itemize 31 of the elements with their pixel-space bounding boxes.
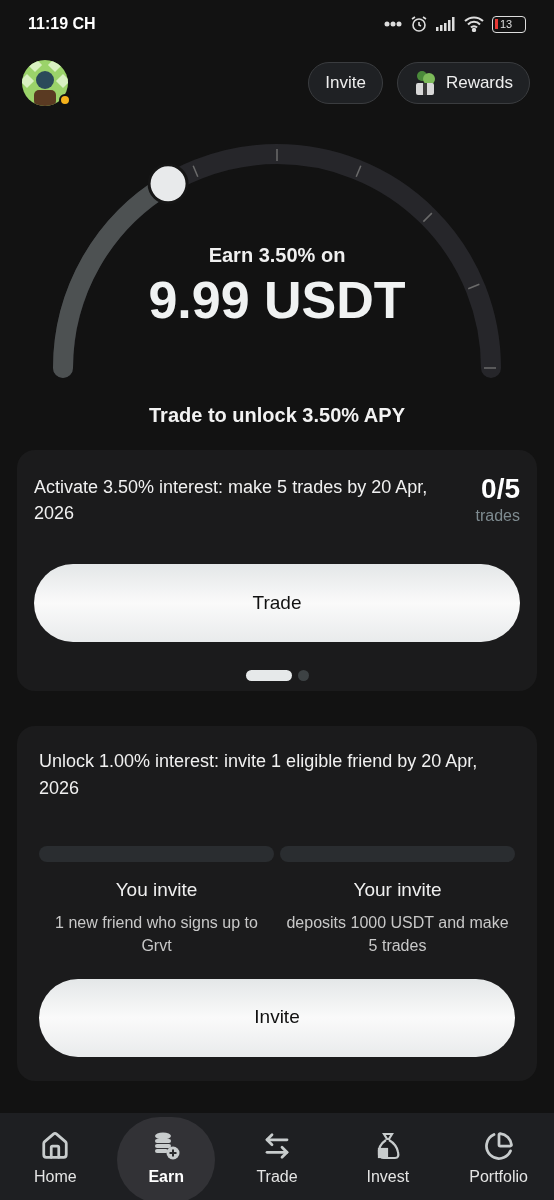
nav-tab[interactable]: Invest <box>338 1117 437 1200</box>
nav-tab[interactable]: Trade <box>228 1117 326 1200</box>
avatar[interactable] <box>22 60 68 106</box>
trade-button[interactable]: Trade <box>34 564 520 642</box>
step-title: Your invite <box>353 878 442 902</box>
unlock-title: Trade to unlock 3.50% APY <box>149 403 405 428</box>
rewards-button[interactable]: Rewards <box>396 62 530 104</box>
wifi-icon <box>464 16 484 32</box>
gift-box-icon <box>413 70 438 96</box>
alarm-icon <box>410 15 428 33</box>
more-dots-icon <box>384 21 402 27</box>
invite-button[interactable]: Invite <box>39 978 515 1057</box>
nav-tab[interactable]: Earn <box>117 1117 216 1200</box>
earn-amount: 9.99 USDT <box>148 270 406 330</box>
battery-icon: 13 <box>492 15 526 33</box>
trade-count-label: trades <box>475 506 520 526</box>
step-description: deposits 1000 USDT and make 5 trades <box>285 912 510 956</box>
step-title: You invite <box>115 878 198 902</box>
home-icon <box>40 1131 71 1161</box>
invite-button[interactable]: Invite <box>308 62 383 104</box>
nav-tab[interactable]: Home <box>6 1117 105 1200</box>
signal-icon <box>436 17 456 31</box>
status-time: 11:19 CH <box>28 14 96 34</box>
trade-count: 0/5 <box>481 474 520 504</box>
pie-chart-icon <box>483 1131 514 1161</box>
earn-caption: Earn 3.50% on <box>208 243 346 268</box>
trade-card-text: Activate 3.50% interest: make 5 trades by 20 Apr, 2026 <box>34 476 429 525</box>
invite-card-text: Unlock 1.00% interest: invite 1 eligible friend by 20 Apr, 2026 <box>39 750 479 800</box>
step-description: 1 new friend who signs up to Grvt <box>54 912 259 956</box>
nav-tab[interactable]: Portfolio <box>449 1117 548 1200</box>
gauge-thumb[interactable] <box>147 163 189 205</box>
